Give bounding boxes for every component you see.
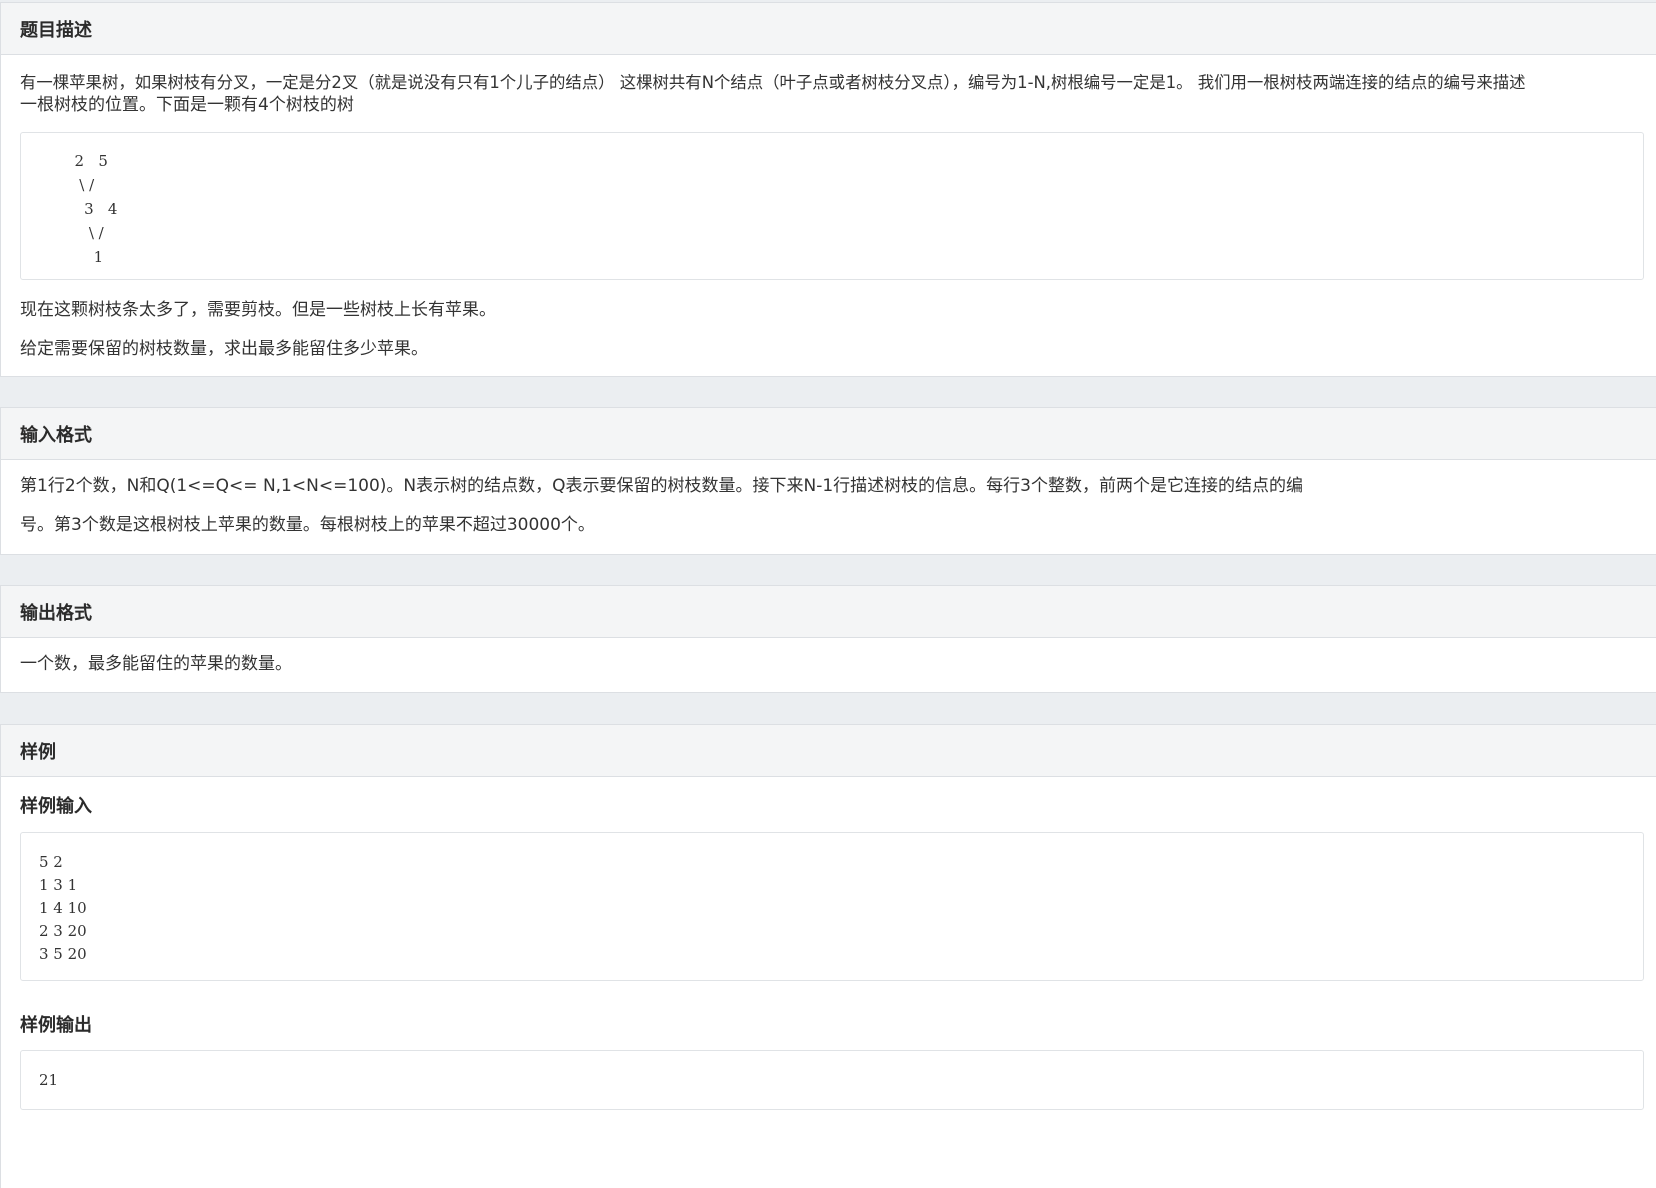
- sample-heading: 样例: [1, 725, 1656, 777]
- description-paragraph-3: 给定需要保留的树枝数量，求出最多能留住多少苹果。: [20, 339, 428, 359]
- input-format-panel: 输入格式 第1行2个数，N和Q(1<=Q<= N,1<N<=100)。N表示树的…: [0, 407, 1656, 555]
- input-format-heading: 输入格式: [1, 408, 1656, 460]
- problem-page: 题目描述 有一棵苹果树，如果树枝有分叉，一定是分2叉（就是说没有只有1个儿子的结…: [0, 0, 1656, 1188]
- description-paragraph-2: 现在这颗树枝条太多了，需要剪枝。但是一些树枝上长有苹果。: [20, 300, 496, 320]
- sample-panel: 样例 样例输入 5 2 1 3 1 1 4 10 2 3 20 3 5 20 样…: [0, 724, 1656, 1188]
- sample-input-block: 5 2 1 3 1 1 4 10 2 3 20 3 5 20: [20, 832, 1644, 981]
- sample-output-block: 21: [20, 1050, 1644, 1110]
- description-panel: 题目描述 有一棵苹果树，如果树枝有分叉，一定是分2叉（就是说没有只有1个儿子的结…: [0, 2, 1656, 377]
- description-heading: 题目描述: [1, 3, 1656, 55]
- sample-output-heading: 样例输出: [20, 1015, 92, 1036]
- description-intro-line2: 一根树枝的位置。下面是一颗有4个树枝的树: [20, 95, 354, 115]
- output-format-panel: 输出格式 一个数，最多能留住的苹果的数量。: [0, 585, 1656, 693]
- sample-input-heading: 样例输入: [20, 796, 92, 817]
- input-format-line1: 第1行2个数，N和Q(1<=Q<= N,1<N<=100)。N表示树的结点数，Q…: [20, 476, 1303, 496]
- input-format-line2: 号。第3个数是这根树枝上苹果的数量。每根树枝上的苹果不超过30000个。: [20, 515, 595, 535]
- description-intro-line1: 有一棵苹果树，如果树枝有分叉，一定是分2叉（就是说没有只有1个儿子的结点） 这棵…: [20, 73, 1526, 92]
- output-format-heading: 输出格式: [1, 586, 1656, 638]
- tree-diagram-block: 2 5 \ / 3 4 \ / 1: [20, 132, 1644, 280]
- output-format-text: 一个数，最多能留住的苹果的数量。: [20, 654, 292, 674]
